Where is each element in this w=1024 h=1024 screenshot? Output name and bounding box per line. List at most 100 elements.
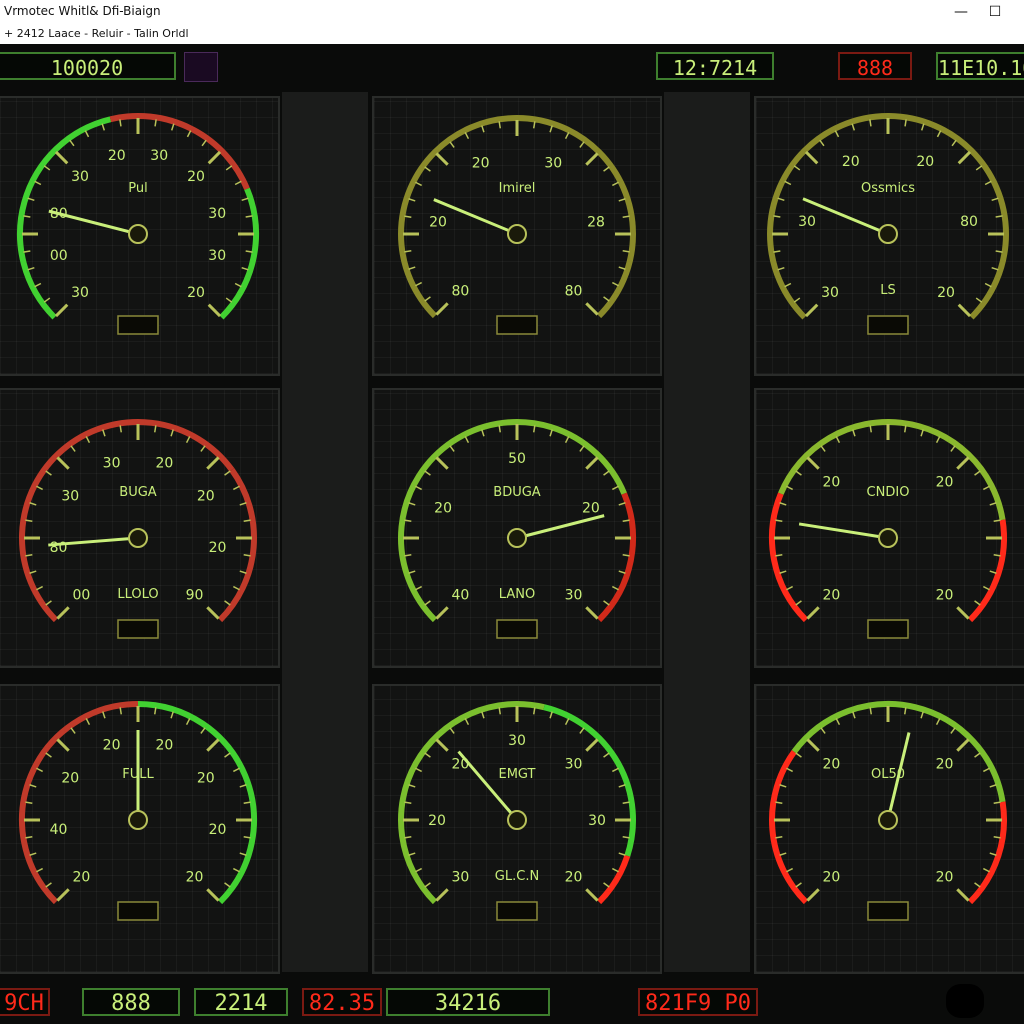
gauge-4-tick (243, 553, 251, 557)
gauge-5-tick (618, 502, 626, 506)
gauge-3-tick (984, 282, 992, 288)
gauge-7-tick (25, 835, 33, 839)
gauge-4-tick (243, 519, 251, 523)
gauge-6-tick (835, 436, 841, 444)
gauge-3-tick (777, 266, 785, 271)
gauge-6-tick (806, 606, 820, 620)
gauge-1-tick (186, 130, 192, 138)
gauge-2-tick (415, 181, 423, 187)
gauge-5-hub (507, 528, 527, 548)
gauge-3-tick (995, 250, 1003, 253)
gauge-5-tick (424, 600, 431, 606)
gauge-2-tick (549, 125, 553, 133)
gauge-7-tick (243, 801, 251, 805)
gauge-6-tick (993, 519, 1001, 523)
gauge-8-tick (622, 801, 630, 805)
gauge-3-tick-label: 20 (916, 154, 934, 170)
gauge-3-tick (991, 266, 999, 271)
gauge-7-tick (239, 784, 247, 788)
gauge-2-tick (481, 125, 485, 133)
gauge-6-tick (974, 600, 981, 606)
gauge-7-tick-label: 20 (103, 737, 121, 753)
gauge-4-tick (70, 445, 76, 452)
gauge-2-tick (618, 198, 626, 202)
gauge-2-tick-label: 80 (452, 284, 470, 300)
control-knob[interactable] (946, 984, 984, 1018)
gauge-4-tick-label: 20 (156, 455, 174, 471)
gauge-8-tick (424, 882, 431, 888)
bottom-readout-5: 34216 (386, 988, 550, 1016)
gauge-8-tick-label: 30 (588, 813, 606, 829)
gauge-8-tick (618, 784, 626, 788)
gauge-8-tick (404, 835, 412, 839)
gauge-7-tick (224, 882, 231, 888)
gauge-5-tick (435, 456, 449, 470)
gauge-6-tick (806, 456, 820, 470)
gauge-7-tick-label: 20 (73, 870, 91, 886)
maximize-button[interactable]: ☐ (978, 2, 1012, 22)
gauge-5-tick (549, 429, 553, 437)
gauge-8-tick (622, 835, 630, 839)
gauge-9-tick (820, 727, 826, 734)
gauge-4-tick-label: 30 (61, 488, 79, 504)
gauge-7-tick (45, 882, 52, 888)
gauge-7-tick-label: 20 (61, 770, 79, 786)
gauge-2-tick (449, 141, 455, 148)
gauge-9-tick (989, 852, 997, 856)
gauge-3-tick (804, 303, 819, 318)
gauge-1-tick (23, 215, 31, 218)
gauge-4-tick (102, 429, 106, 437)
gauge-6-tick (935, 436, 941, 444)
gauge-3-tick-label: 30 (798, 214, 816, 230)
gauge-4-tick (25, 519, 33, 523)
gauge-9-arc-2 (791, 701, 1006, 803)
gauge-9-tick (779, 784, 787, 788)
gauge-1-tick-label: 30 (208, 248, 226, 264)
gauge-8-tick (585, 888, 599, 902)
gauge-4-indicator (117, 619, 159, 639)
gauge-3-tick (819, 139, 825, 147)
gauge-2-tick (464, 132, 470, 140)
gauge-8-tick (498, 707, 502, 715)
gauge-2-tick (618, 266, 626, 270)
gauge-2-tick-label: 30 (544, 156, 562, 172)
gauge-5-tick (498, 425, 502, 433)
gauge-8-tick (415, 767, 423, 773)
gauge-7-tick (153, 707, 157, 715)
dashboard: 100020 12:7214 888 11E10.10 300080302030… (0, 44, 1024, 1024)
gauge-3-sub-label: LS (880, 283, 896, 298)
gauge-6-tick (903, 425, 907, 433)
minimize-button[interactable]: — (944, 2, 978, 22)
gauge-3-tick (851, 123, 856, 131)
gauge-6-indicator (867, 619, 909, 639)
gauge-3-tick (975, 165, 983, 171)
gauge-7-tick (102, 711, 106, 719)
gauge-4-tick (45, 600, 52, 606)
gauge-3-tick (957, 150, 972, 165)
gauge-4-tick (170, 429, 174, 437)
gauge-9-tick (835, 718, 841, 726)
gauge-4-tick (119, 425, 123, 433)
gauge-5-tick (424, 470, 431, 476)
gauge-8-tick-label: 20 (565, 870, 583, 886)
gauge-6-tick (779, 570, 787, 574)
gauge-9-tick (993, 835, 1001, 839)
gauge-5-tick (532, 425, 536, 433)
gauge-6-tick (869, 425, 873, 433)
gauge-5-tick-label: 40 (452, 588, 470, 604)
bottom-readout-6: 821F9 P0 (638, 988, 758, 1016)
gauge-layer: 30 00 80 30 20 30 20 30 30 20 Pul 80 20 20 30 28 80 Imire… (17, 113, 1009, 921)
gauge-9-tick-label: 20 (936, 870, 954, 886)
gauge-8-tick-label: 30 (452, 870, 470, 886)
gauge-9-arc-1 (769, 750, 809, 905)
gauge-5-tick (404, 553, 412, 557)
gauge-8-tick (404, 801, 412, 805)
gauge-1-tick (43, 165, 51, 171)
gauge-9-tick (989, 784, 997, 788)
gauge-3-tick (784, 180, 792, 186)
gauge-9-tick (806, 888, 820, 902)
gauge-4-tick (45, 470, 52, 476)
gauge-3-tick (975, 297, 983, 303)
gauge-5-tick-label: 50 (508, 451, 526, 467)
menu-bar-text[interactable]: + 2412 Laace - Reluir - Talin Orldl (4, 27, 189, 40)
